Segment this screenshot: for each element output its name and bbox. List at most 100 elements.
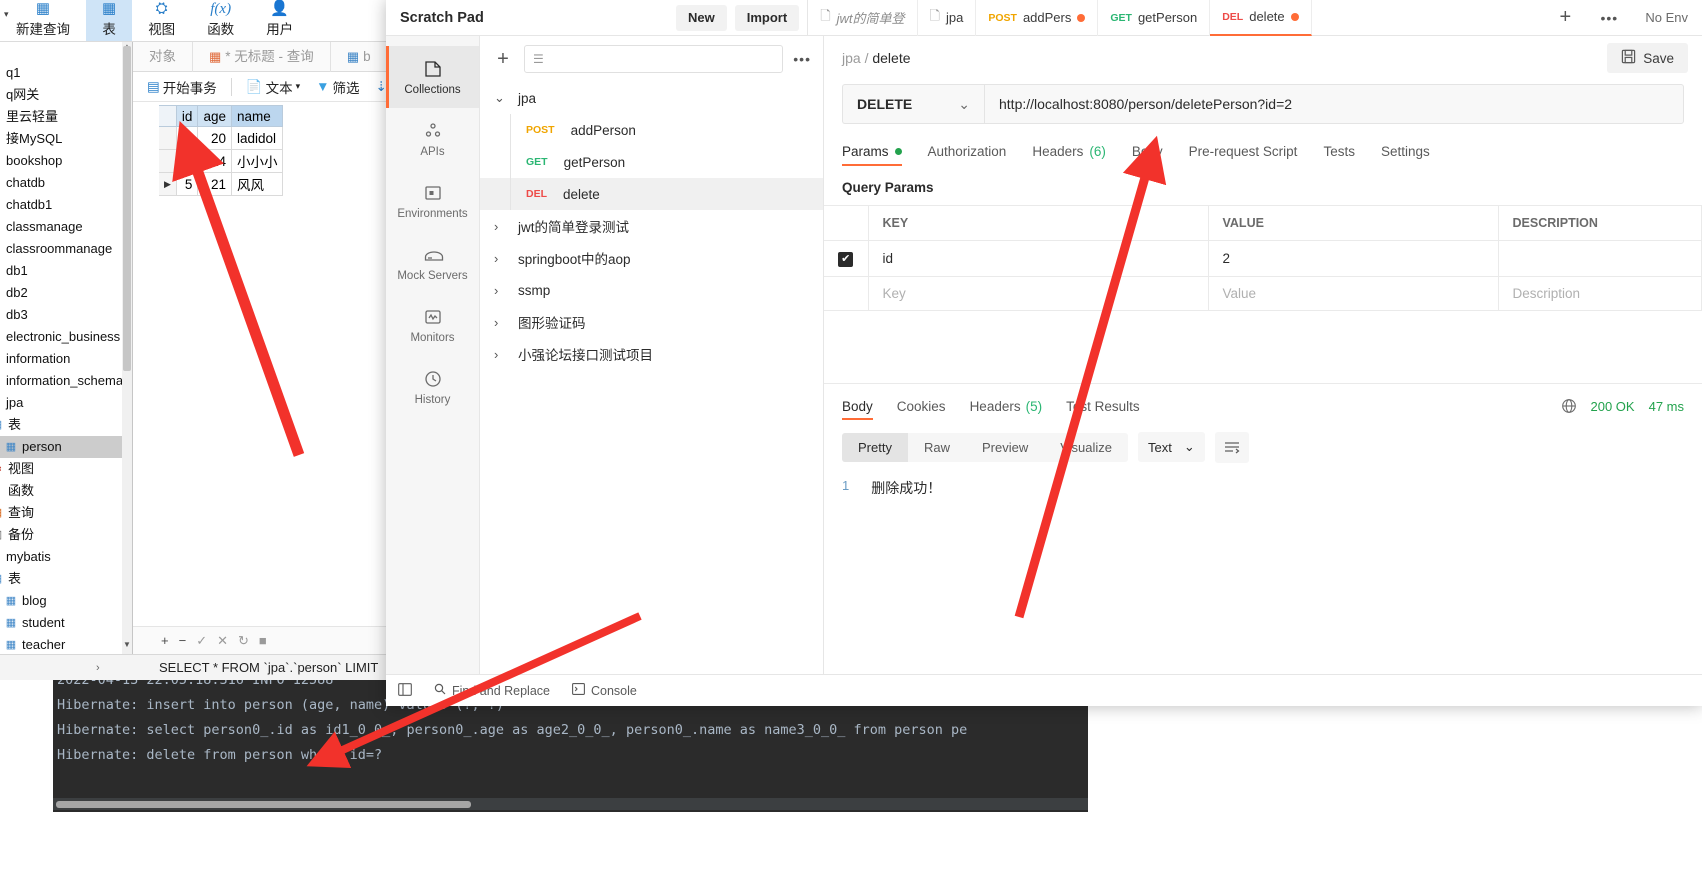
ribbon-item-new-query[interactable]: ▾ ▦ 新建查询 <box>0 0 86 41</box>
checkbox-checked-icon[interactable]: ✔ <box>838 252 854 267</box>
url-input[interactable]: http://localhost:8080/person/deletePerso… <box>984 84 1684 124</box>
console-horizontal-scrollbar[interactable] <box>53 798 1088 810</box>
param-key[interactable]: id <box>868 240 1209 277</box>
tree-item--[interactable]: 里云轻量 <box>0 106 132 128</box>
scroll-down-icon[interactable]: ▼ <box>122 640 132 654</box>
tab-options-icon[interactable]: ••• <box>1587 10 1631 26</box>
new-button[interactable]: New <box>676 4 727 31</box>
tree-item-jpa[interactable]: jpa <box>0 392 132 414</box>
postman-tab-delete[interactable]: DEL delete <box>1210 0 1312 36</box>
method-dropdown[interactable]: DELETE ⌄ <box>842 84 984 124</box>
new-tab-button[interactable]: + <box>1543 6 1587 29</box>
search-input[interactable]: ☰ <box>524 45 784 73</box>
collection-item-getperson[interactable]: GET getPerson <box>480 146 823 178</box>
cell-age[interactable]: 14 <box>197 149 232 173</box>
tree-item-q1[interactable]: q1 <box>0 62 132 84</box>
import-button[interactable]: Import <box>734 4 800 31</box>
rail-item-collections[interactable]: Collections <box>386 46 479 108</box>
tree-item--[interactable]: ƒ 函数 <box>0 480 132 502</box>
tree-item-classroommanage[interactable]: classroommanage <box>0 238 132 260</box>
request-tab-body[interactable]: Body <box>1132 130 1163 172</box>
tree-item-teacher[interactable]: ▦ teacher <box>0 634 132 654</box>
text-button[interactable]: 📄 文本 ▾ <box>240 75 306 99</box>
find-and-replace-button[interactable]: Find and Replace <box>434 683 550 698</box>
collection-item-图形验证码[interactable]: › 图形验证码 <box>480 306 823 338</box>
collection-item-springboot中的aop[interactable]: › springboot中的aop <box>480 242 823 274</box>
tree-item-information-schema[interactable]: information_schema <box>0 370 132 392</box>
ribbon-item-table[interactable]: ▦ 表 <box>86 0 133 41</box>
chevron-right-icon[interactable]: › <box>494 347 508 362</box>
cell-id[interactable]: 1 <box>175 126 199 150</box>
tree-item-student[interactable]: ▦ student <box>0 612 132 634</box>
column-header-id[interactable]: id <box>175 105 199 127</box>
tree-item-bookshop[interactable]: bookshop <box>0 150 132 172</box>
tree-item-chatdb[interactable]: chatdb <box>0 172 132 194</box>
start-transaction-button[interactable]: ▤ 开始事务 <box>141 75 223 99</box>
refresh-button[interactable]: ↻ <box>238 633 249 649</box>
tree-item-information[interactable]: information <box>0 348 132 370</box>
sidebar-toggle-button[interactable] <box>398 682 412 699</box>
tree-item--[interactable]: ▦表 <box>0 414 132 436</box>
tree-item-mybatis[interactable]: mybatis <box>0 546 132 568</box>
sidebar-options-icon[interactable]: ••• <box>793 51 811 67</box>
chevron-right-icon[interactable]: › <box>494 219 508 234</box>
param-description[interactable] <box>1498 240 1702 277</box>
rail-item-apis[interactable]: APIs <box>386 108 479 170</box>
navicat-data-grid[interactable]: id age name 1 20 ladidol 3 14 小小小 ▶ 5 21 风风 <box>159 105 354 196</box>
collection-item-jpa[interactable]: ⌄ jpa <box>480 82 823 114</box>
request-tab-pre-request-script[interactable]: Pre-request Script <box>1189 130 1298 172</box>
new-collection-button[interactable]: + <box>492 48 514 71</box>
postman-tab-addpers[interactable]: POST addPers <box>976 0 1099 36</box>
collection-item-ssmp[interactable]: › ssmp <box>480 274 823 306</box>
view-mode-preview[interactable]: Preview <box>966 433 1044 462</box>
tree-item--[interactable]: ◫ 备份 <box>0 524 132 546</box>
column-header-name[interactable]: name <box>230 105 284 127</box>
chevron-down-icon[interactable]: ⌄ <box>494 90 508 106</box>
table-row[interactable]: 1 20 ladidol <box>159 126 284 150</box>
request-tab-authorization[interactable]: Authorization <box>928 130 1007 172</box>
request-tab-params[interactable]: Params <box>842 130 902 172</box>
collection-item-jwt的简单登录测试[interactable]: › jwt的简单登录测试 <box>480 210 823 242</box>
rail-item-environments[interactable]: Environments <box>386 170 479 232</box>
navicat-tab-query[interactable]: ▦ * 无标题 - 查询 <box>193 41 331 72</box>
view-mode-raw[interactable]: Raw <box>908 433 966 462</box>
wrap-lines-icon[interactable] <box>1214 431 1249 463</box>
ribbon-item-view[interactable]: ⛭ 视图 <box>132 0 191 41</box>
collection-item-delete[interactable]: DEL delete <box>480 178 823 210</box>
filter-button[interactable]: ▼ 筛选 <box>310 75 365 99</box>
table-row[interactable]: 3 14 小小小 <box>159 149 284 173</box>
rail-item-monitors[interactable]: Monitors <box>386 294 479 356</box>
param-checkbox-cell[interactable] <box>824 276 869 311</box>
tree-scrollbar[interactable]: ▲ ▼ <box>122 42 132 654</box>
ribbon-item-function[interactable]: f(x) 函数 <box>191 0 250 41</box>
collection-item-addperson[interactable]: POST addPerson <box>480 114 823 146</box>
postman-tab-getperson[interactable]: GET getPerson <box>1098 0 1211 36</box>
postman-tab-jwt-[interactable]: 🗋 jwt的简单登 <box>808 0 918 36</box>
cell-id[interactable]: 3 <box>175 149 199 173</box>
param-value-placeholder[interactable]: Value <box>1208 276 1499 311</box>
request-tab-tests[interactable]: Tests <box>1323 130 1355 172</box>
status-left[interactable]: › <box>0 662 133 674</box>
tree-item-q-[interactable]: q网关 <box>0 84 132 106</box>
cancel-changes-button[interactable]: ✕ <box>217 633 228 649</box>
tree-item--[interactable]: ▦表 <box>0 568 132 590</box>
response-tab-headers[interactable]: Headers (5) <box>970 384 1043 428</box>
cell-name[interactable]: ladidol <box>230 126 284 150</box>
request-tab-settings[interactable]: Settings <box>1381 130 1430 172</box>
tree-item-blog[interactable]: ▦ blog <box>0 590 132 612</box>
apply-changes-button[interactable]: ✓ <box>196 633 207 649</box>
tree-item-db3[interactable]: db3 <box>0 304 132 326</box>
cell-age[interactable]: 21 <box>197 172 232 196</box>
cell-name[interactable]: 小小小 <box>230 149 284 173</box>
collection-item-小强论坛接口测试项目[interactable]: › 小强论坛接口测试项目 <box>480 338 823 370</box>
navicat-tab-table[interactable]: ▦ b <box>331 41 388 72</box>
postman-tab-jpa[interactable]: 🗋 jpa <box>918 0 977 36</box>
chevron-right-icon[interactable]: › <box>494 283 508 298</box>
tree-item--mysql[interactable]: 接MySQL <box>0 128 132 150</box>
tree-item--[interactable]: ▤ 查询 <box>0 502 132 524</box>
view-mode-visualize[interactable]: Visualize <box>1044 433 1128 462</box>
tree-item-electronic-business[interactable]: electronic_business <box>0 326 132 348</box>
chevron-right-icon[interactable]: › <box>494 315 508 330</box>
console-button[interactable]: Console <box>572 683 637 698</box>
response-tab-body[interactable]: Body <box>842 384 873 428</box>
